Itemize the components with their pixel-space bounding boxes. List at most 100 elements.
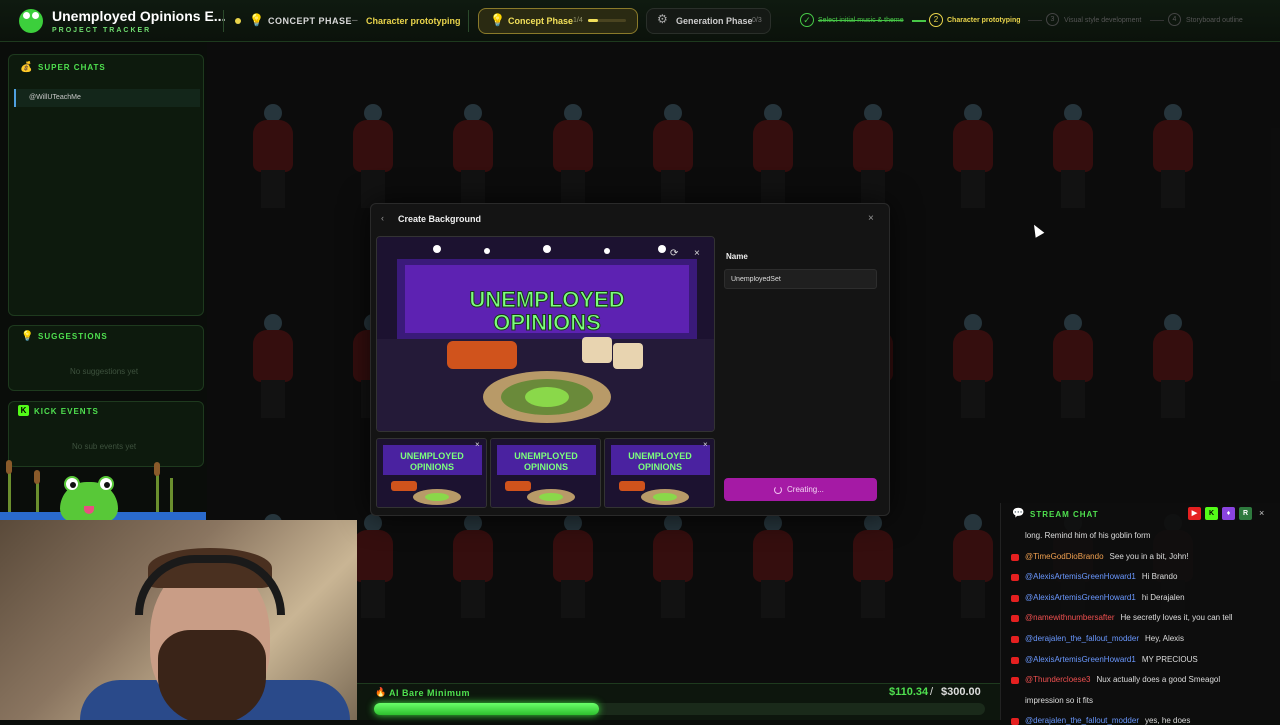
- money-bag-icon: 💰: [20, 62, 33, 73]
- chat-text: MY PRECIOUS: [1141, 655, 1198, 664]
- chat-username[interactable]: @Thundercloese3: [1025, 675, 1091, 684]
- twitch-filter-icon[interactable]: ♦: [1222, 507, 1235, 520]
- thumbnail-title-line2: OPINIONS: [524, 462, 568, 472]
- chat-bubble-icon: 💬: [1012, 508, 1025, 519]
- phase-status-dot: [235, 18, 241, 24]
- goal-current-amount: $110.34: [889, 686, 929, 698]
- background-thumbnail[interactable]: UNEMPLOYED OPINIONS: [490, 438, 601, 508]
- chat-message: @AlexisArtemisGreenHoward1 Hi Brando: [1025, 572, 1177, 581]
- chat-username[interactable]: @derajalen_the_fallout_modder: [1025, 634, 1139, 643]
- refresh-icon[interactable]: ⟳: [670, 248, 678, 259]
- frog-logo-icon: [19, 9, 43, 33]
- chat-message: @namewithnumbersafter He secretly loves i…: [1025, 613, 1233, 622]
- cattail: [154, 462, 160, 476]
- remove-thumbnail-icon[interactable]: ×: [703, 440, 708, 449]
- frog-mascot-icon: [60, 476, 118, 522]
- webcam-feed: [0, 520, 357, 720]
- fire-icon: 🔥: [375, 687, 387, 697]
- youtube-icon: [1011, 574, 1019, 581]
- chat-username[interactable]: @namewithnumbersafter: [1025, 613, 1115, 622]
- name-input[interactable]: [724, 269, 877, 289]
- step-4-label[interactable]: Storyboard outline: [1186, 17, 1243, 24]
- chat-username[interactable]: @AlexisArtemisGreenHoward1: [1025, 655, 1136, 664]
- name-label: Name: [726, 252, 748, 261]
- chat-username[interactable]: @TimeGodDioBrando: [1025, 552, 1104, 561]
- modal-title: Create Background: [398, 214, 482, 224]
- cattail: [6, 460, 12, 474]
- chat-text: long. Remind him of his goblin form: [1025, 531, 1151, 540]
- set-title-line1: UNEMPLOYED: [469, 287, 624, 312]
- remove-thumbnail-icon[interactable]: ×: [475, 440, 480, 449]
- close-icon[interactable]: ×: [1259, 508, 1264, 518]
- youtube-icon: [1011, 554, 1019, 561]
- concept-progress-bar: [588, 19, 626, 22]
- kick-filter-icon[interactable]: K: [1205, 507, 1218, 520]
- back-icon[interactable]: ‹: [381, 213, 384, 223]
- step-2-number: 2: [929, 13, 943, 27]
- gear-icon: ⚙: [657, 12, 668, 26]
- set-title-line2: OPINIONS: [493, 310, 601, 335]
- phase-separator: –: [352, 15, 358, 26]
- youtube-icon: [1011, 636, 1019, 643]
- close-icon[interactable]: ×: [868, 213, 874, 224]
- youtube-icon: [1011, 677, 1019, 684]
- chat-message: @AlexisArtemisGreenHoward1 MY PRECIOUS: [1025, 655, 1198, 664]
- webcam-beard: [158, 630, 266, 720]
- chat-message: @Thundercloese3 Nux actually does a good …: [1025, 675, 1220, 684]
- project-title[interactable]: Unemployed Opinions E...: [52, 8, 225, 24]
- lightbulb-icon: 💡: [21, 331, 34, 342]
- chat-text: Hi Brando: [1141, 572, 1178, 581]
- chat-message: @AlexisArtemisGreenHoward1 hi Derajalen: [1025, 593, 1185, 602]
- chat-text: impression so it fits: [1025, 696, 1094, 705]
- concept-phase-label: Concept Phase: [508, 16, 574, 26]
- concept-phase-count: 1/4: [573, 17, 583, 24]
- divider: [223, 10, 224, 32]
- thumbnail-title-line2: OPINIONS: [410, 462, 454, 472]
- current-step-label: Character prototyping: [366, 16, 461, 26]
- lightbulb-icon: 💡: [490, 13, 505, 27]
- kick-events-title: KICK EVENTS: [34, 407, 99, 416]
- thumbnail-title-line1: UNEMPLOYED: [628, 451, 692, 461]
- frog-tongue: [84, 506, 94, 514]
- generation-phase-count: 0/3: [752, 17, 762, 24]
- youtube-icon: [1011, 615, 1019, 622]
- create-button-label: Creating...: [787, 485, 824, 494]
- phase-label: CONCEPT PHASE: [268, 16, 353, 26]
- chat-username[interactable]: @AlexisArtemisGreenHoward1: [1025, 593, 1136, 602]
- thumbnail-title-line1: UNEMPLOYED: [400, 451, 464, 461]
- step-2-label[interactable]: Character prototyping: [947, 17, 1021, 24]
- step-connector: [1150, 20, 1164, 21]
- set-preview-image: UNEMPLOYED OPINIONS: [377, 237, 714, 431]
- chat-username[interactable]: @AlexisArtemisGreenHoward1: [1025, 572, 1136, 581]
- youtube-icon: [1011, 595, 1019, 602]
- step-1-label[interactable]: Select initial music & theme: [818, 17, 904, 24]
- step-3-label[interactable]: Visual style development: [1064, 17, 1141, 24]
- suggestions-title: SUGGESTIONS: [38, 332, 108, 341]
- step-3-number: 3: [1046, 13, 1059, 26]
- chat-text: Hey, Alexis: [1144, 634, 1184, 643]
- chat-text: He secretly loves it, you can tell: [1120, 613, 1233, 622]
- background-thumbnail[interactable]: UNEMPLOYED OPINIONS: [604, 438, 715, 508]
- chat-message: impression so it fits: [1025, 696, 1093, 705]
- background-preview[interactable]: UNEMPLOYED OPINIONS: [376, 236, 715, 432]
- thumbnail-title-line1: UNEMPLOYED: [514, 451, 578, 461]
- chat-message: @derajalen_the_fallout_modder Hey, Alexis: [1025, 634, 1184, 643]
- goal-label: AI Bare Minimum: [389, 688, 471, 698]
- chat-message: @TimeGodDioBrando See you in a bit, John!: [1025, 552, 1189, 561]
- concept-progress-fill: [588, 19, 598, 22]
- chat-text: See you in a bit, John!: [1109, 552, 1189, 561]
- youtube-icon: [1011, 718, 1019, 725]
- step-connector: [1028, 20, 1042, 21]
- goal-progress-fill: [374, 703, 599, 715]
- super-chat-user: @WillUTeachMe: [29, 94, 81, 101]
- chat-username[interactable]: @derajalen_the_fallout_modder: [1025, 716, 1139, 725]
- youtube-filter-icon[interactable]: ▶: [1188, 507, 1201, 520]
- frog-eye: [98, 476, 114, 492]
- goal-separator: /: [930, 686, 934, 698]
- suggestions-empty-text: No suggestions yet: [70, 367, 139, 376]
- chat-text: yes, he does: [1144, 716, 1191, 725]
- close-icon[interactable]: ×: [694, 248, 700, 259]
- rumble-filter-icon[interactable]: R: [1239, 507, 1252, 520]
- background-thumbnail[interactable]: UNEMPLOYED OPINIONS: [376, 438, 487, 508]
- reed: [170, 478, 173, 512]
